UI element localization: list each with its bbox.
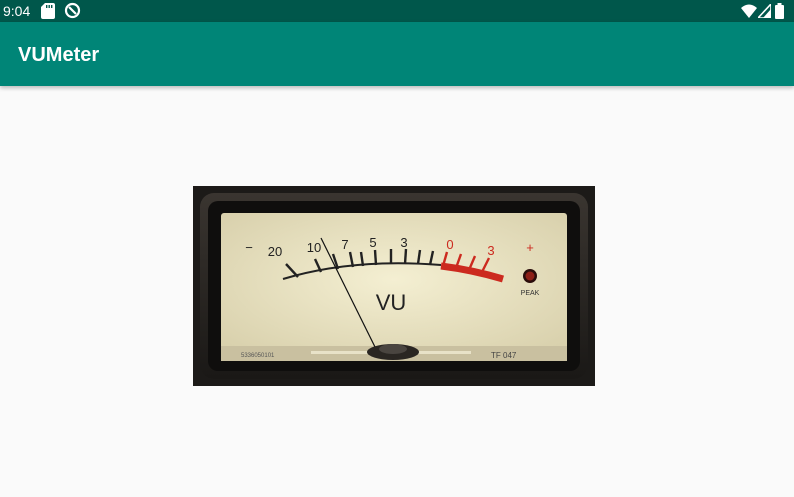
scale-label: 3 [400, 235, 407, 250]
meter-face [221, 213, 567, 361]
vu-meter-graphic: − 20 10 7 5 3 0 3 + VU PEAK 5336050101 T… [193, 186, 595, 386]
app-title: VUMeter [18, 44, 100, 66]
scale-label: 10 [307, 240, 321, 255]
scale-label: 20 [268, 244, 282, 259]
status-bar: 9:04 [0, 0, 794, 22]
scale-label-red: 3 [487, 243, 494, 258]
needle-pivot [379, 344, 407, 354]
scale-label-plus: + [526, 240, 534, 255]
app-bar: VUMeter [0, 22, 794, 86]
sd-card-icon [41, 3, 55, 19]
serial-number: 5336050101 [241, 353, 275, 359]
scale-label-red: 0 [446, 237, 453, 252]
status-time: 9:04 [3, 3, 31, 19]
sync-icon [64, 2, 81, 19]
vu-label: VU [376, 290, 407, 315]
battery-icon [775, 3, 784, 19]
signal-icon [758, 4, 771, 18]
peak-label: PEAK [521, 290, 540, 297]
scale-label: 7 [341, 237, 348, 252]
peak-led-lens [525, 271, 535, 281]
tick [403, 248, 408, 265]
tick [373, 249, 378, 266]
scale-label-minus: − [245, 240, 253, 255]
scale-label: 5 [369, 235, 376, 250]
model-number: TF 047 [491, 351, 517, 360]
wifi-icon [741, 4, 757, 18]
vu-meter: − 20 10 7 5 3 0 3 + VU PEAK 5336050101 T… [193, 186, 595, 386]
